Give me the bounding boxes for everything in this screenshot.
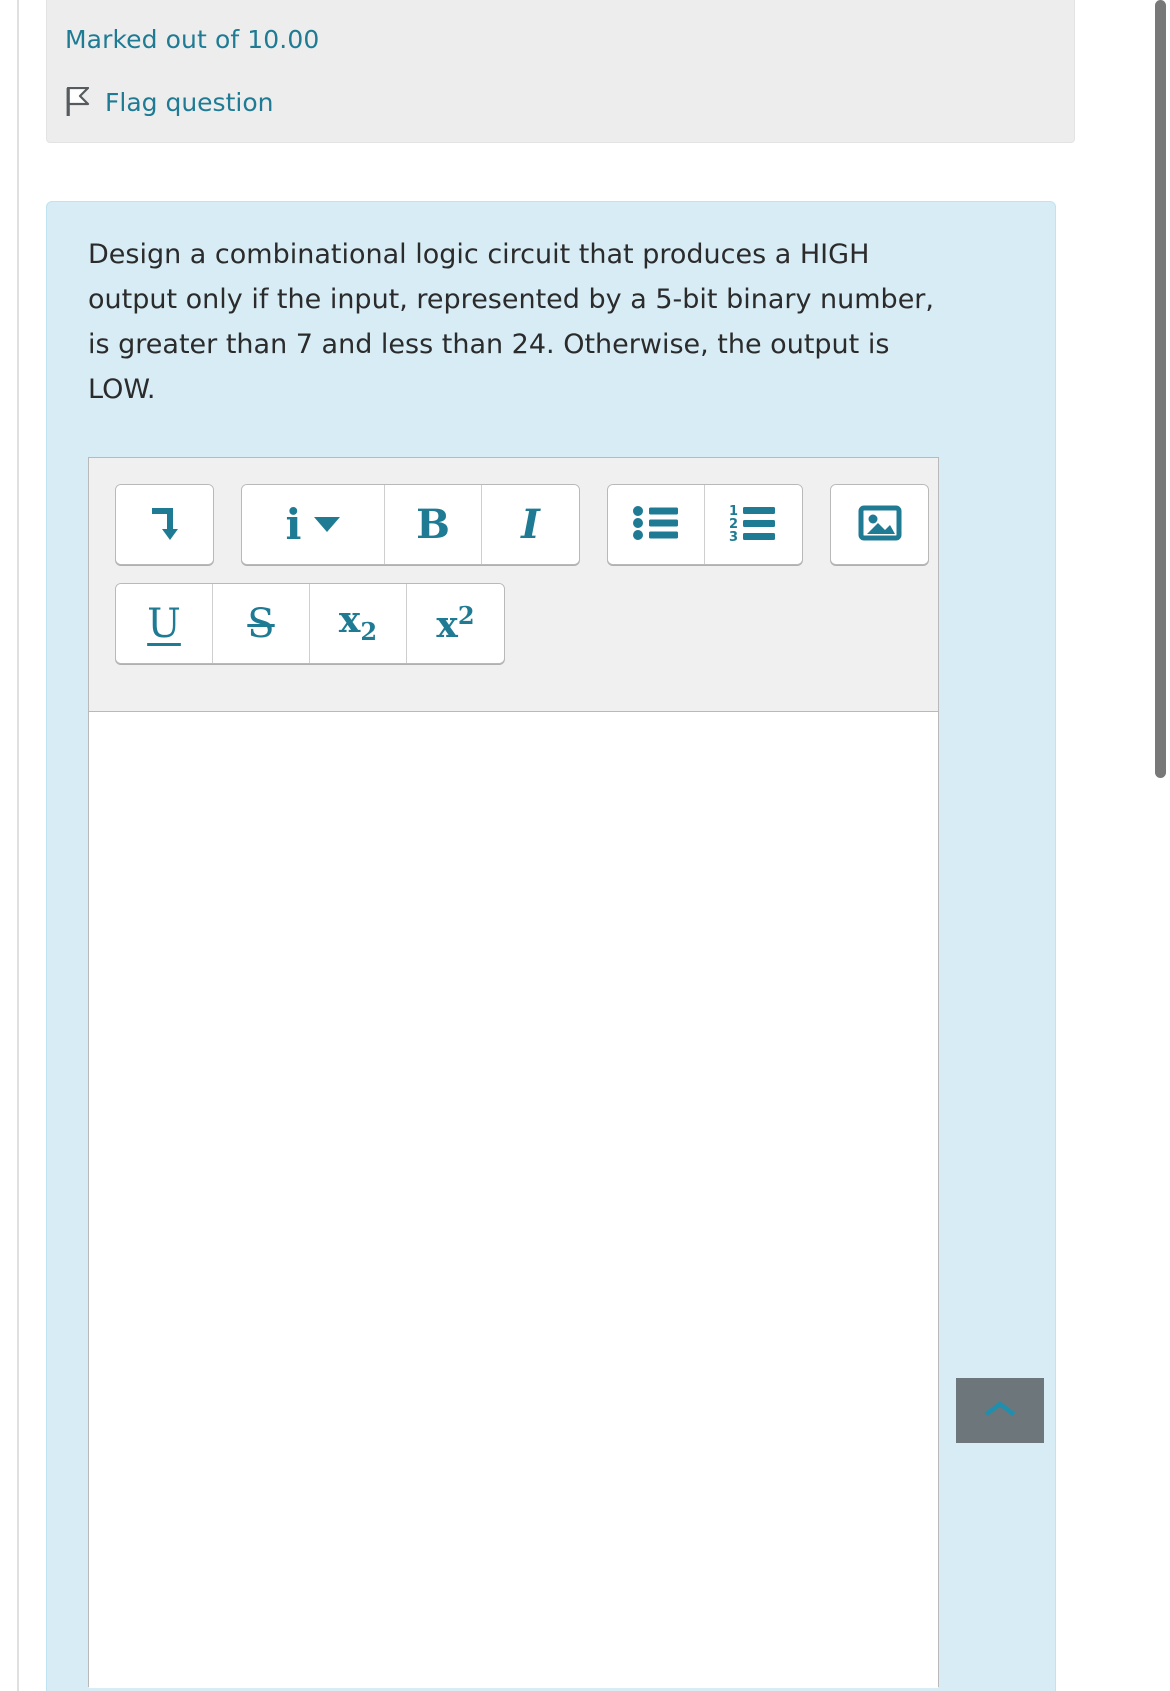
flag-icon <box>65 86 91 117</box>
toolbar-group-styles: U S x2 x2 <box>115 583 505 664</box>
question-text: Design a combinational logic circuit tha… <box>88 239 934 405</box>
bold-icon: B <box>416 500 450 548</box>
svg-text:3: 3 <box>729 530 738 543</box>
underline-icon: U <box>147 600 181 647</box>
image-icon <box>858 503 902 546</box>
chevron-down-icon <box>314 517 341 532</box>
expand-arrow-button[interactable] <box>116 485 213 564</box>
flag-question-label: Flag question <box>105 87 274 117</box>
arrow-down-right-icon <box>144 502 186 547</box>
superscript-icon: x2 <box>436 601 475 646</box>
subscript-button[interactable]: x2 <box>310 584 407 663</box>
subscript-icon: x2 <box>339 602 377 644</box>
underline-button[interactable]: U <box>116 584 213 663</box>
numbered-list-icon: 1 2 3 <box>729 503 779 546</box>
answer-textarea[interactable] <box>89 712 938 1688</box>
scroll-to-top-button[interactable] <box>956 1378 1044 1443</box>
bold-button[interactable]: B <box>385 485 482 564</box>
italic-button[interactable]: I <box>482 485 579 564</box>
superscript-button[interactable]: x2 <box>407 584 504 663</box>
bullet-list-icon <box>632 503 680 546</box>
toolbar-group-media <box>830 484 929 565</box>
toolbar-row-1: i B I 1 2 3 <box>115 484 938 565</box>
quiz-question-page: Marked out of 10.00 Flag question Design… <box>0 0 1170 1691</box>
subscript-base: x <box>338 599 361 642</box>
unordered-list-button[interactable] <box>608 485 705 564</box>
answer-editor: i B I 1 2 3 U S x2 x2 <box>88 457 939 1688</box>
italic-icon: I <box>521 500 540 548</box>
flag-question-button[interactable]: Flag question <box>65 86 274 117</box>
question-body-block: Design a combinational logic circuit tha… <box>46 201 1056 1691</box>
superscript-script: 2 <box>457 601 475 630</box>
toolbar-group-lists: 1 2 3 <box>607 484 803 565</box>
question-info-block: Marked out of 10.00 Flag question <box>46 0 1075 143</box>
info-icon: i <box>285 499 341 549</box>
toolbar-row-2: U S x2 x2 <box>115 583 938 664</box>
info-dropdown-button[interactable]: i <box>242 485 385 564</box>
info-letter: i <box>285 499 302 549</box>
content-left-divider <box>17 0 19 1691</box>
editor-toolbar: i B I 1 2 3 U S x2 x2 <box>89 458 938 712</box>
chevron-up-icon <box>984 1399 1016 1423</box>
toolbar-group-format: i B I <box>241 484 580 565</box>
page-scrollbar-track[interactable] <box>1150 0 1170 1691</box>
superscript-base: x <box>436 604 458 646</box>
toolbar-group-expand <box>115 484 214 565</box>
strikethrough-icon: S <box>247 600 275 647</box>
page-scrollbar-thumb[interactable] <box>1155 0 1166 778</box>
strikethrough-button[interactable]: S <box>213 584 310 663</box>
marked-out-of-label: Marked out of 10.00 <box>65 25 320 54</box>
subscript-script: 2 <box>360 617 378 647</box>
ordered-list-button[interactable]: 1 2 3 <box>705 485 802 564</box>
insert-image-button[interactable] <box>831 485 928 564</box>
